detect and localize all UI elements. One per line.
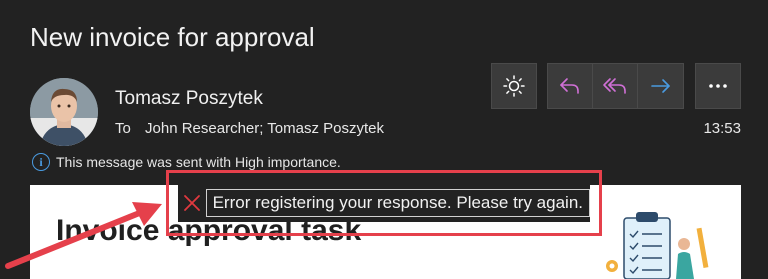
annotation-arrow-icon (5, 202, 162, 269)
